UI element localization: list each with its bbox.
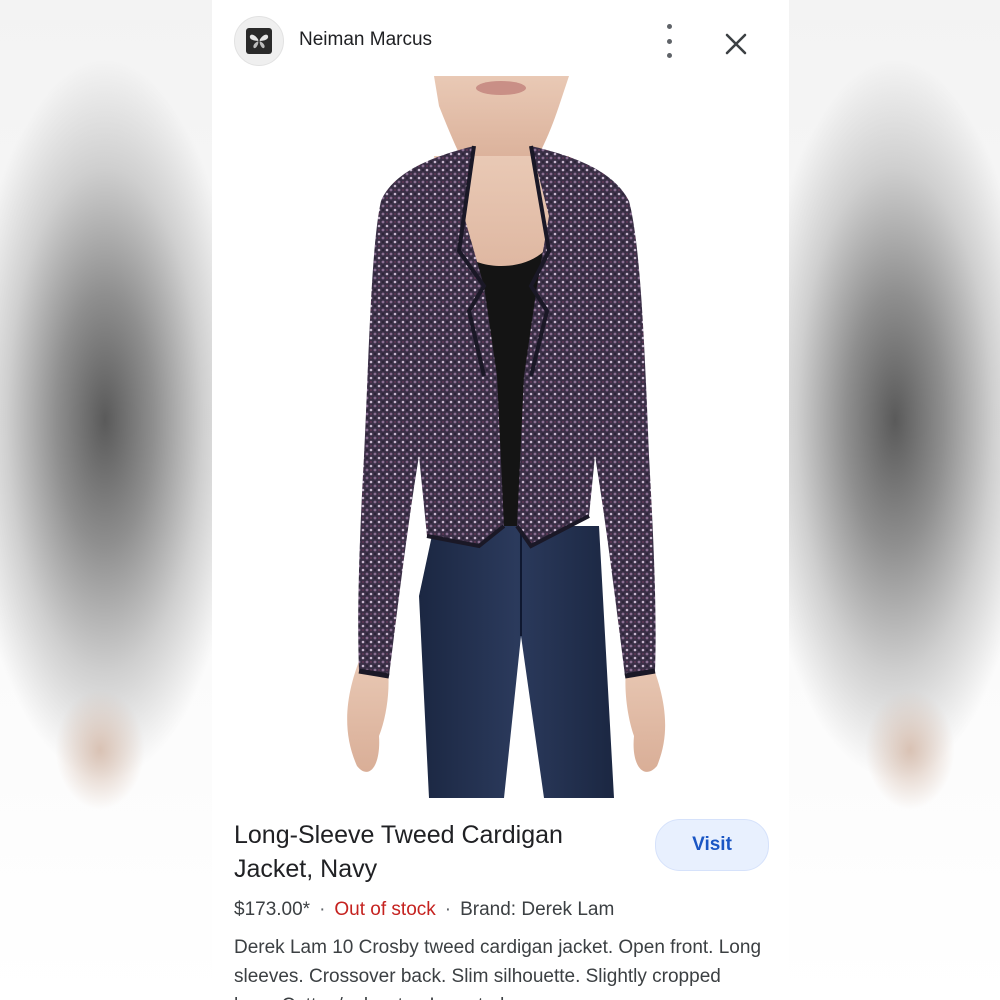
backdrop-blur-left bbox=[55, 690, 145, 810]
separator-dot: · bbox=[319, 899, 326, 920]
more-vert-icon[interactable] bbox=[658, 24, 680, 58]
site-name: Neiman Marcus bbox=[299, 29, 433, 50]
product-image[interactable] bbox=[269, 76, 749, 798]
price: $173.00* bbox=[234, 899, 311, 920]
separator-dot: · bbox=[444, 899, 452, 920]
site-logo[interactable] bbox=[234, 16, 284, 66]
close-icon[interactable] bbox=[724, 32, 748, 56]
product-description: Derek Lam 10 Crosby tweed cardigan jacke… bbox=[234, 937, 762, 1000]
card-header: Neiman Marcus bbox=[234, 16, 767, 66]
stock-status: Out of stock bbox=[334, 899, 436, 920]
visit-button[interactable]: Visit bbox=[655, 819, 769, 871]
product-title[interactable]: Long-Sleeve Tweed Cardigan Jacket, Navy bbox=[234, 818, 634, 886]
backdrop-blur-right bbox=[865, 690, 955, 810]
brand: Brand: Derek Lam bbox=[460, 899, 615, 920]
product-meta: $173.00* · Out of stock · Brand: Derek Lam bbox=[234, 899, 614, 921]
butterfly-icon bbox=[246, 28, 272, 54]
product-preview-card: Neiman Marcus Long-Sleeve Tweed Cardigan… bbox=[212, 0, 789, 1000]
